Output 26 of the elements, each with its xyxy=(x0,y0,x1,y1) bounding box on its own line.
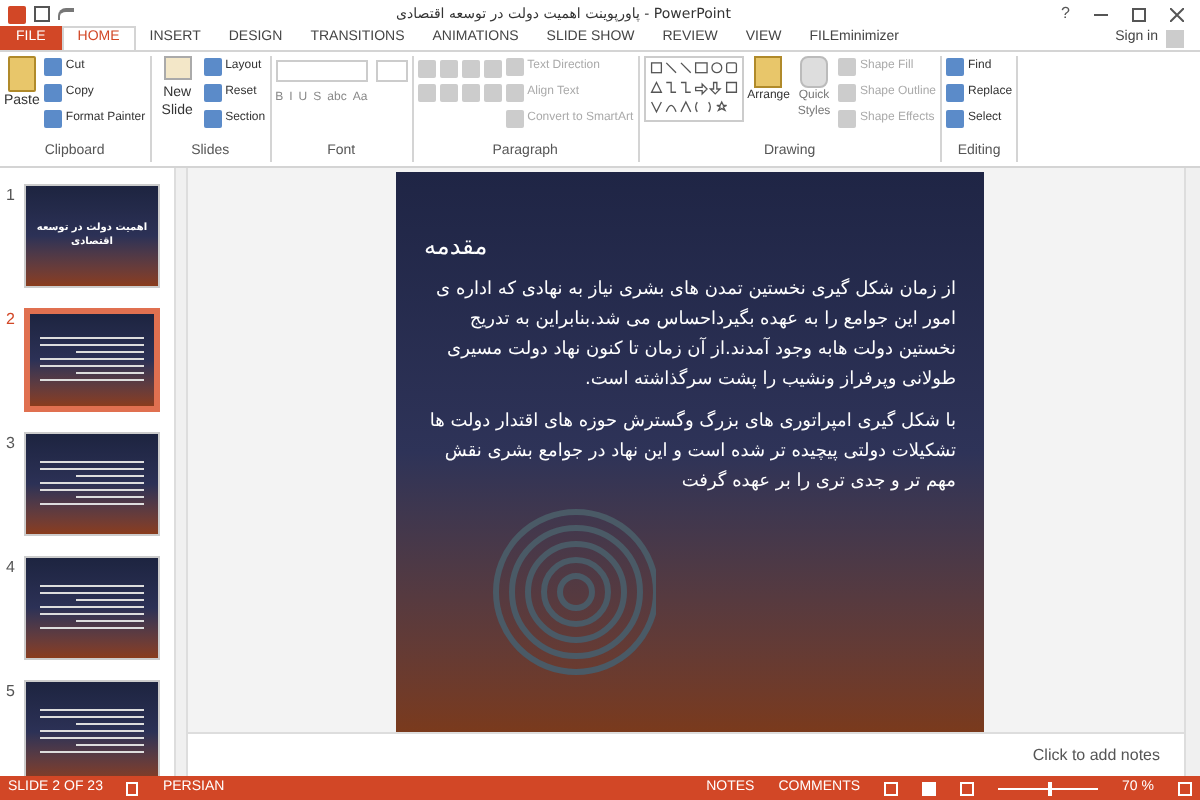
slide-number: 4 xyxy=(6,556,17,580)
shapes-gallery-drawing[interactable] xyxy=(643,56,744,122)
slide-thumbnail[interactable] xyxy=(24,556,160,660)
slide-number: 3 xyxy=(6,432,17,456)
slide-number: 5 xyxy=(6,680,17,704)
slide-heading: مقدمه xyxy=(424,230,490,264)
undo-icon[interactable] xyxy=(58,8,74,20)
font-size-field[interactable] xyxy=(375,60,408,82)
slide-thumbnail[interactable] xyxy=(24,432,160,536)
thumbnail-text-drawing xyxy=(36,458,148,510)
zoom-thumb[interactable] xyxy=(1048,781,1053,795)
minimize-icon[interactable] xyxy=(1094,13,1108,15)
slide-paragraph: از زمان شکل گیری نخستین تمدن های بشری نیاز به نهادی که اداره ی امور این جوامع را به عهده بگیرداحساس می شد.بنابراین به تدریج نخستین دولت هابه وجود آمدند.از آن زمان تا کنون نهاد دولت مسیری طولانی وپرفراز ونشیب را پشت سرگذاشته است. xyxy=(434,276,956,394)
slide-thumbnail[interactable] xyxy=(24,308,160,412)
notes-placeholder[interactable]: Click to add notes xyxy=(1032,743,1160,767)
thumbnail-text-drawing xyxy=(36,706,148,758)
slide-number: 2 xyxy=(6,308,17,332)
maximize-icon[interactable] xyxy=(1132,7,1146,21)
slide-thumbnail[interactable] xyxy=(24,680,160,776)
thumbnail-text-drawing xyxy=(36,582,148,634)
slide-number: 1 xyxy=(6,184,17,208)
font-name-field[interactable] xyxy=(275,60,368,82)
slide-paragraph: با شکل گیری امپراتوری های بزرگ وگسترش حوزه های اقتدار دولت ها تشکیلات دولتی پیچیده تر شده است و این نهاد در جوامع بشری نقش مهم تر و جدی تری را بر عهده گرفت xyxy=(427,408,956,496)
thumbnail-text-drawing xyxy=(36,334,148,386)
close-icon[interactable] xyxy=(1170,7,1184,21)
help-button[interactable]: ? xyxy=(1053,2,1078,26)
